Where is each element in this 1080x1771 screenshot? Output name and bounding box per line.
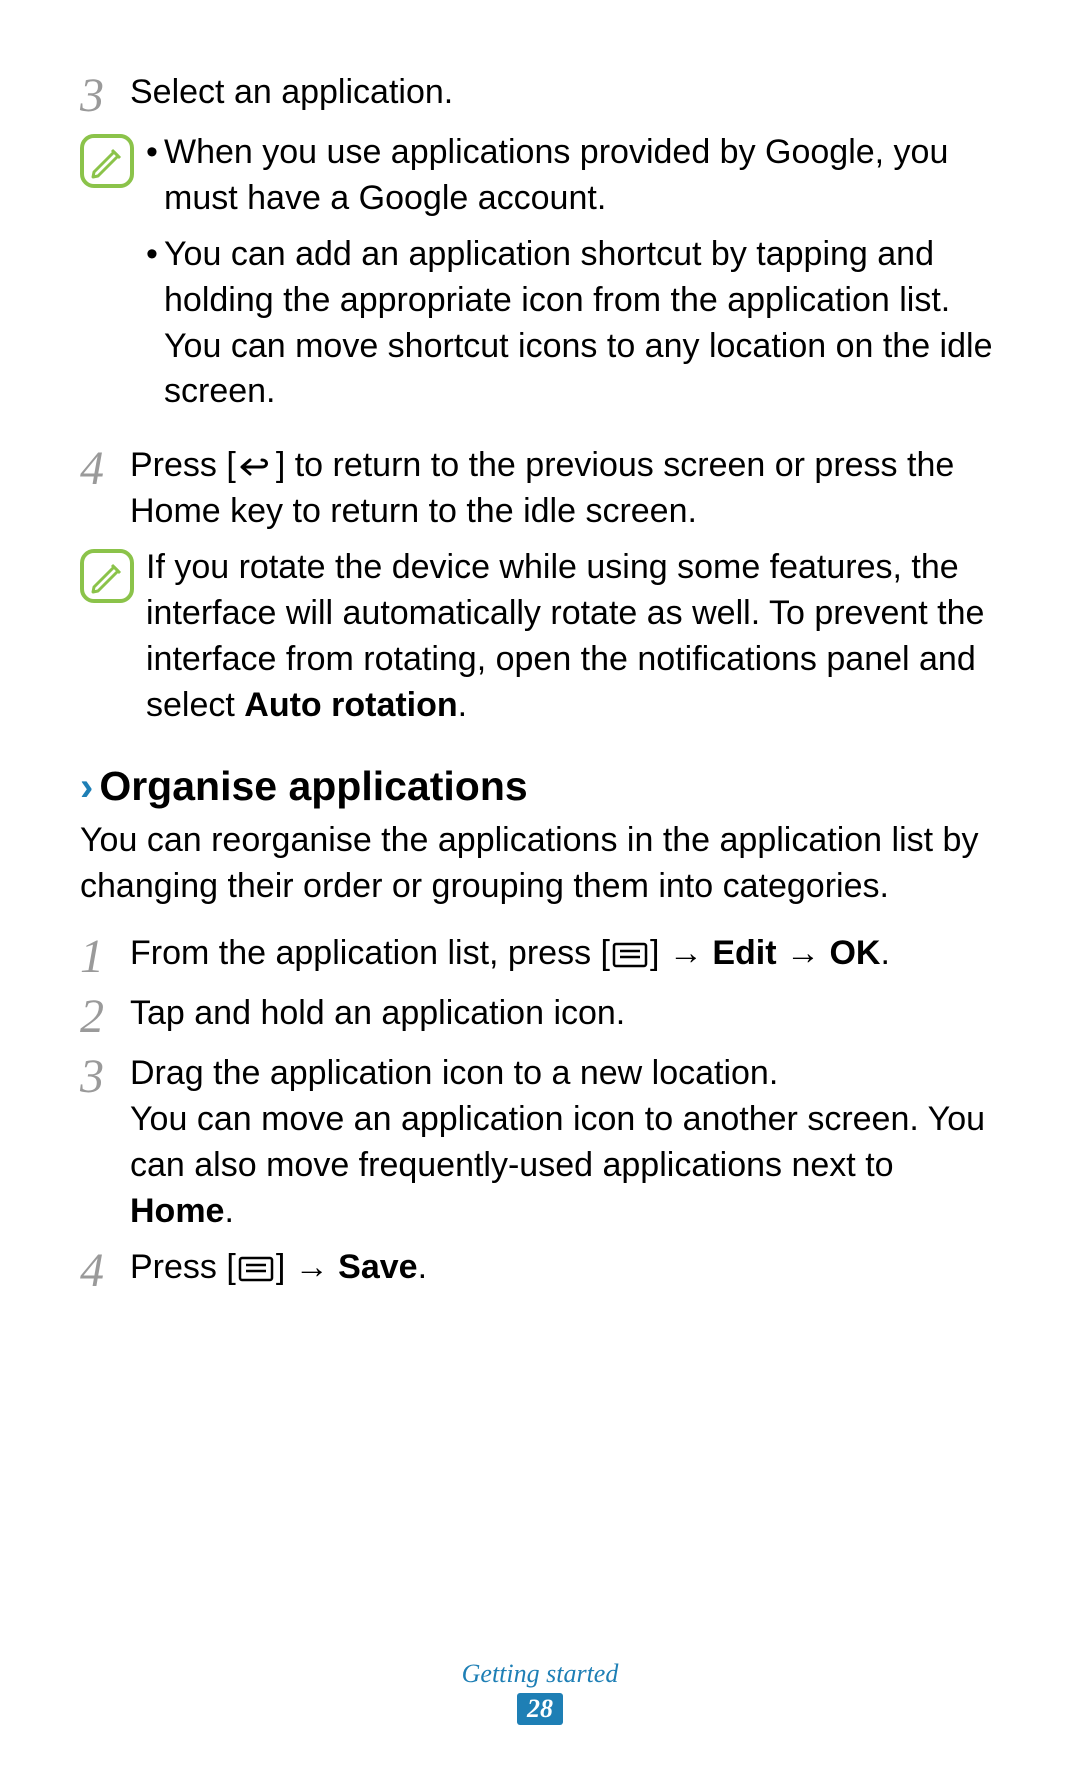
text-pre: Press [ <box>130 446 236 484</box>
note-bullet-1: • When you use applications provided by … <box>146 130 1000 222</box>
note-block-2: If you rotate the device while using som… <box>80 545 1000 729</box>
note-pencil-icon <box>80 134 134 188</box>
step-number: 1 <box>80 931 130 981</box>
line2-pre: You can move an application icon to anot… <box>130 1100 985 1184</box>
back-arrow-icon <box>236 452 276 482</box>
bullet-text: You can add an application shortcut by t… <box>164 232 1000 416</box>
step-number: 2 <box>80 991 130 1041</box>
line2-bold: Home <box>130 1192 224 1230</box>
step-number: 4 <box>80 443 130 493</box>
note-text-bold: Auto rotation <box>244 686 457 724</box>
note-body: • When you use applications provided by … <box>146 130 1000 425</box>
text-bold-edit: Edit <box>712 934 776 972</box>
step3-line2: You can move an application icon to anot… <box>130 1097 1000 1235</box>
text-bold-ok: OK <box>829 934 880 972</box>
menu-icon <box>236 1254 276 1284</box>
page-footer: Getting started 28 <box>0 1659 1080 1725</box>
bullet-text: When you use applications provided by Go… <box>164 130 1000 222</box>
menu-icon <box>610 940 650 970</box>
text-post: . <box>418 1248 427 1286</box>
section-intro: You can reorganise the applications in t… <box>80 818 1000 910</box>
step-number: 3 <box>80 1051 130 1101</box>
organise-step-4: 4 Press [ ] → Save. <box>80 1245 1000 1295</box>
chevron-icon: › <box>80 767 93 807</box>
step-text: Tap and hold an application icon. <box>130 991 1000 1037</box>
text-mid: ] → <box>650 934 712 972</box>
text-bold-save: Save <box>338 1248 417 1286</box>
organise-step-3: 3 Drag the application icon to a new loc… <box>80 1051 1000 1235</box>
text-mid: ] → <box>276 1248 338 1286</box>
section-heading: › Organise applications <box>80 763 1000 810</box>
page-number: 28 <box>517 1693 563 1725</box>
note-text-post: . <box>458 686 467 724</box>
step3-line1: Drag the application icon to a new locat… <box>130 1051 1000 1097</box>
text-pre: Press [ <box>130 1248 236 1286</box>
line2-post: . <box>224 1192 233 1230</box>
step-text: Press [] to return to the previous scree… <box>130 443 1000 535</box>
step-number: 4 <box>80 1245 130 1295</box>
footer-category: Getting started <box>0 1659 1080 1689</box>
manual-page: 3 Select an application. • When you use … <box>0 0 1080 1771</box>
step-text: Drag the application icon to a new locat… <box>130 1051 1000 1235</box>
text-mid2: → <box>777 934 830 972</box>
text-post: . <box>880 934 889 972</box>
organise-step-1: 1 From the application list, press [ ] → … <box>80 931 1000 981</box>
text-pre: From the application list, press [ <box>130 934 610 972</box>
step-4a: 4 Press [] to return to the previous scr… <box>80 443 1000 535</box>
note-bullet-2: • You can add an application shortcut by… <box>146 232 1000 416</box>
step-text: From the application list, press [ ] → Ed… <box>130 931 1000 977</box>
step-text: Select an application. <box>130 70 1000 116</box>
step-number: 3 <box>80 70 130 120</box>
step-3: 3 Select an application. <box>80 70 1000 120</box>
note-block-1: • When you use applications provided by … <box>80 130 1000 425</box>
note-body: If you rotate the device while using som… <box>146 545 1000 729</box>
bullet-dot: • <box>146 232 164 278</box>
note-pencil-icon <box>80 549 134 603</box>
bullet-dot: • <box>146 130 164 176</box>
section-title: Organise applications <box>99 763 527 810</box>
organise-step-2: 2 Tap and hold an application icon. <box>80 991 1000 1041</box>
step-text: Press [ ] → Save. <box>130 1245 1000 1291</box>
